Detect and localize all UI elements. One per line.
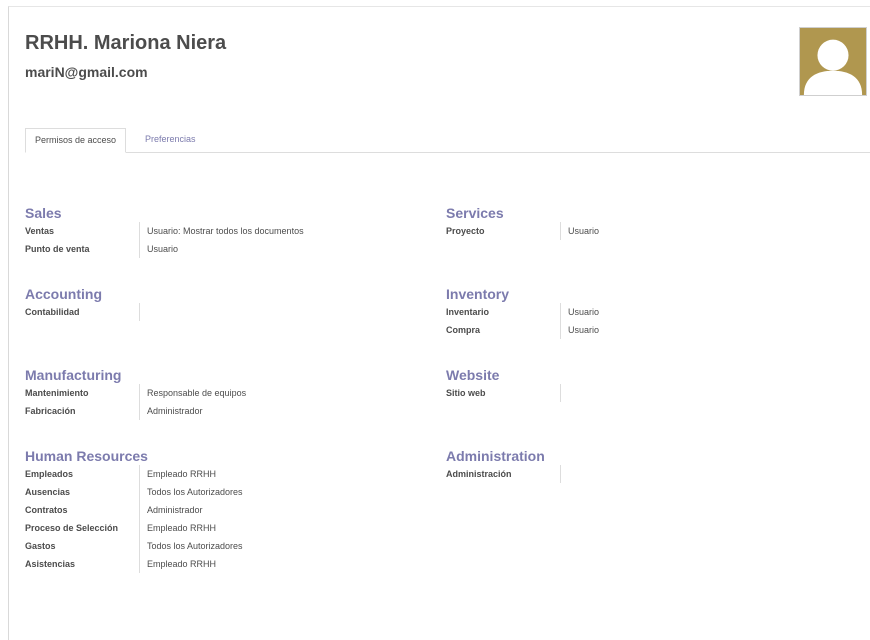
field-value[interactable]: Usuario (560, 321, 599, 339)
permission-row-mantenimiento: Mantenimiento Responsable de equipos (25, 384, 425, 402)
user-avatar[interactable] (799, 27, 867, 96)
permission-row-punto-de-venta: Punto de venta Usuario (25, 240, 425, 258)
field-label: Empleados (25, 469, 74, 479)
field-label: Gastos (25, 541, 56, 551)
permission-row-ventas: Ventas Usuario: Mostrar todos los docume… (25, 222, 425, 240)
group-title: Accounting (25, 286, 102, 302)
user-name-title: RRHH. Mariona Niera (25, 32, 227, 54)
group-title: Services (446, 205, 504, 221)
field-value[interactable]: Empleado RRHH (139, 519, 216, 537)
field-label: Sitio web (446, 388, 486, 398)
permission-row-gastos: Gastos Todos los Autorizadores (25, 537, 425, 555)
field-label: Inventario (446, 307, 490, 317)
field-label: Asistencias (25, 559, 76, 569)
tab-preferencias[interactable]: Preferencias (136, 128, 205, 152)
permission-row-contratos: Contratos Administrador (25, 501, 425, 519)
field-value[interactable]: Empleado RRHH (139, 555, 216, 573)
field-label: Contabilidad (25, 307, 80, 317)
field-value[interactable] (560, 384, 568, 402)
field-label: Mantenimiento (25, 388, 89, 398)
field-label: Compra (446, 325, 481, 335)
group-title: Administration (446, 448, 545, 464)
group-title: Human Resources (25, 448, 148, 464)
user-silhouette-icon (803, 39, 863, 95)
field-value[interactable]: Empleado RRHH (139, 465, 216, 483)
form-tabs: Permisos de acceso Preferencias (25, 128, 870, 153)
user-email: mariN@gmail.com (25, 64, 148, 80)
field-label: Ausencias (25, 487, 71, 497)
permission-row-empleados: Empleados Empleado RRHH (25, 465, 425, 483)
field-label: Ventas (25, 226, 55, 236)
permission-row-compra: Compra Usuario (446, 321, 846, 339)
group-website: Website Sitio web (446, 366, 846, 402)
permission-row-asistencias: Asistencias Empleado RRHH (25, 555, 425, 573)
field-label: Administración (446, 469, 512, 479)
permission-row-proyecto: Proyecto Usuario (446, 222, 846, 240)
permission-row-sitio-web: Sitio web (446, 384, 846, 402)
permission-row-inventario: Inventario Usuario (446, 303, 846, 321)
field-label: Fabricación (25, 406, 76, 416)
field-label: Contratos (25, 505, 68, 515)
field-value[interactable]: Todos los Autorizadores (139, 483, 243, 501)
group-services: Services Proyecto Usuario (446, 204, 846, 240)
field-value[interactable] (139, 303, 147, 321)
permission-row-administracion: Administración (446, 465, 846, 483)
field-value[interactable]: Usuario (139, 240, 178, 258)
group-inventory: Inventory Inventario Usuario Compra Usua… (446, 285, 846, 339)
field-label: Proyecto (446, 226, 485, 236)
group-title: Website (446, 367, 500, 383)
field-label: Proceso de Selección (25, 523, 119, 533)
group-administration: Administration Administración (446, 447, 846, 483)
permission-row-ausencias: Ausencias Todos los Autorizadores (25, 483, 425, 501)
field-value[interactable]: Todos los Autorizadores (139, 537, 243, 555)
field-value[interactable]: Administrador (139, 501, 203, 519)
field-value[interactable]: Usuario: Mostrar todos los documentos (139, 222, 304, 240)
group-human-resources: Human Resources Empleados Empleado RRHH … (25, 447, 425, 573)
permission-row-contabilidad: Contabilidad (25, 303, 425, 321)
permission-row-fabricacion: Fabricación Administrador (25, 402, 425, 420)
field-value[interactable]: Administrador (139, 402, 203, 420)
field-value[interactable]: Usuario (560, 303, 599, 321)
group-accounting: Accounting Contabilidad (25, 285, 425, 321)
group-manufacturing: Manufacturing Mantenimiento Responsable … (25, 366, 425, 420)
field-value[interactable]: Responsable de equipos (139, 384, 246, 402)
group-title: Manufacturing (25, 367, 122, 383)
field-value[interactable] (560, 465, 568, 483)
field-value[interactable]: Usuario (560, 222, 599, 240)
group-title: Sales (25, 205, 62, 221)
group-sales: Sales Ventas Usuario: Mostrar todos los … (25, 204, 425, 258)
user-form-sheet: RRHH. Mariona Niera mariN@gmail.com Perm… (8, 6, 870, 640)
field-label: Punto de venta (25, 244, 90, 254)
group-title: Inventory (446, 286, 510, 302)
permission-row-proceso-de-seleccion: Proceso de Selección Empleado RRHH (25, 519, 425, 537)
tab-permisos-de-acceso[interactable]: Permisos de acceso (25, 128, 127, 153)
